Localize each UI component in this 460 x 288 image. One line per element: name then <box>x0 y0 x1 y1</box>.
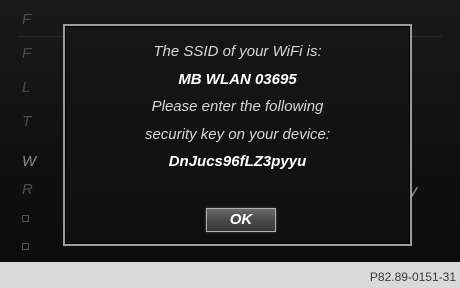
wifi-security-key-dialog: The SSID of your WiFi is: MB WLAN 03695 … <box>63 24 412 246</box>
ok-button[interactable]: OK <box>206 208 276 232</box>
checkbox-icon <box>22 243 29 250</box>
ssid-value: MB WLAN 03695 <box>178 71 297 88</box>
ssid-intro-text: The SSID of your WiFi is: <box>153 43 322 60</box>
checkbox-icon <box>22 215 29 222</box>
instruction-text-line1: Please enter the following <box>151 98 324 115</box>
security-key-value: DnJucs96fLZ3pyyu <box>168 153 307 170</box>
figure-footer: P82.89-0151-31 <box>0 262 460 288</box>
head-unit-screen: F F L T W R Key The SSID of your WiFi is… <box>0 0 460 262</box>
reference-code: P82.89-0151-31 <box>369 270 456 284</box>
instruction-text-line2: security key on your device: <box>144 126 331 143</box>
